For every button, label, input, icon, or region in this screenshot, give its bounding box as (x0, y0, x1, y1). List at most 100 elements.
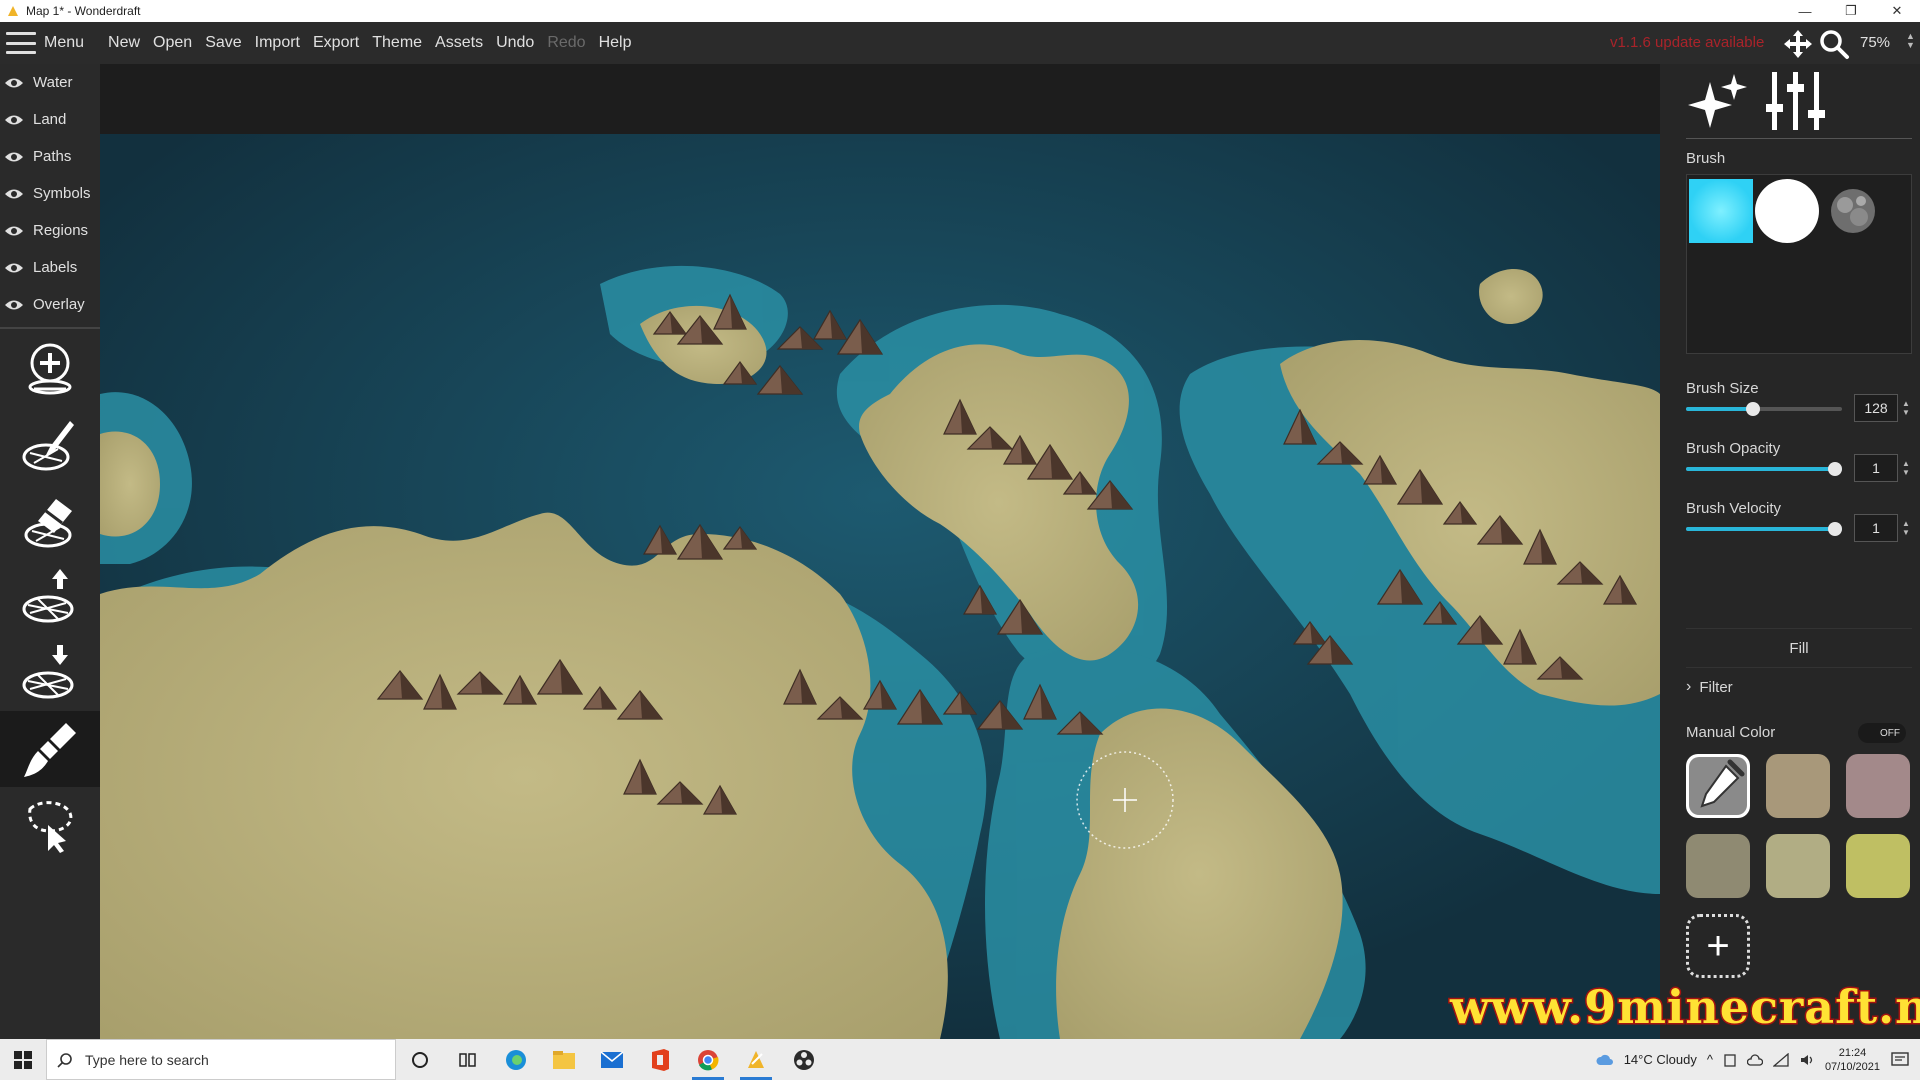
zoom-icon[interactable] (1818, 28, 1850, 60)
layer-symbols[interactable]: Symbols (0, 175, 100, 212)
add-swatch-button[interactable]: + (1686, 914, 1750, 978)
window-title: Map 1* - Wonderdraft (26, 4, 141, 18)
layer-water[interactable]: Water (0, 64, 100, 101)
layer-label: Regions (33, 222, 89, 239)
task-view-icon[interactable] (444, 1039, 492, 1080)
mail-icon[interactable] (588, 1039, 636, 1080)
brush-velocity-slider[interactable] (1686, 519, 1842, 539)
lower-land-tool[interactable] (0, 635, 100, 711)
lower-land-icon (22, 645, 74, 699)
brush-size-stepper[interactable]: ▲ ▼ (1902, 399, 1910, 417)
taskbar-search[interactable]: Type here to search (46, 1039, 396, 1080)
hamburger-menu-icon[interactable] (6, 32, 36, 54)
brush-velocity-stepper[interactable]: ▲ ▼ (1902, 519, 1910, 537)
obs-icon[interactable] (780, 1039, 828, 1080)
edge-icon[interactable] (492, 1039, 540, 1080)
clock[interactable]: 21:24 07/10/2021 (1825, 1046, 1880, 1074)
chrome-icon[interactable] (684, 1039, 732, 1080)
brush-size-slider[interactable] (1686, 399, 1842, 419)
wonderdraft-window: Map 1* - Wonderdraft — ❐ ✕ Menu New Open… (0, 0, 1920, 1080)
soft-square-brush[interactable] (1689, 179, 1753, 243)
swatch-yellow-green[interactable] (1846, 834, 1910, 898)
menu-import[interactable]: Import (255, 34, 300, 52)
minimize-button[interactable]: — (1782, 0, 1828, 22)
close-button[interactable]: ✕ (1874, 0, 1920, 22)
slider-knob[interactable] (1745, 402, 1760, 416)
slider-knob[interactable] (1828, 462, 1842, 476)
eye-icon[interactable] (4, 151, 24, 163)
layer-label: Symbols (33, 185, 91, 202)
menu-save[interactable]: Save (205, 34, 241, 52)
update-notice[interactable]: v1.1.6 update available (1610, 34, 1764, 51)
eye-icon[interactable] (4, 114, 24, 126)
cloud-sync-icon[interactable] (1746, 1053, 1763, 1067)
layer-regions[interactable]: Regions (0, 212, 100, 249)
filter-label: Filter (1699, 678, 1733, 696)
erase-land-tool[interactable] (0, 483, 100, 559)
swatch-mauve[interactable] (1846, 754, 1910, 818)
menu-button[interactable]: Menu (44, 34, 84, 52)
office-icon[interactable] (636, 1039, 684, 1080)
brush-velocity-input[interactable]: 1 (1854, 514, 1898, 542)
layer-overlay[interactable]: Overlay (0, 286, 100, 323)
brush-size-input[interactable]: 128 (1854, 394, 1898, 422)
sparkles-icon[interactable] (1686, 70, 1750, 132)
brush-opacity-stepper[interactable]: ▲ ▼ (1902, 459, 1910, 477)
eye-icon[interactable] (4, 262, 24, 274)
layer-list: Water Land Paths Symbols Regions Labels Overla… (0, 64, 100, 323)
start-button[interactable] (0, 1039, 46, 1080)
zoom-stepper[interactable]: ▲ ▼ (1906, 32, 1915, 50)
menu-undo[interactable]: Undo (496, 34, 534, 52)
brush-opacity-slider[interactable] (1686, 459, 1842, 479)
menu-open[interactable]: Open (153, 34, 192, 52)
windows-logo-icon (14, 1050, 32, 1069)
eye-icon[interactable] (4, 225, 24, 237)
menu-help[interactable]: Help (599, 34, 632, 52)
manual-color-toggle[interactable]: OFF (1858, 723, 1906, 743)
raise-land-tool[interactable] (0, 559, 100, 635)
wonderdraft-taskbar-icon[interactable] (732, 1039, 780, 1080)
paint-land-tool[interactable] (0, 407, 100, 483)
menu-assets[interactable]: Assets (435, 34, 483, 52)
move-icon[interactable] (1782, 28, 1814, 60)
eye-icon[interactable] (4, 188, 24, 200)
swatch-grey-olive[interactable] (1686, 834, 1750, 898)
sliders-icon[interactable] (1764, 70, 1828, 132)
chevron-up-icon[interactable]: ^ (1707, 1052, 1713, 1067)
search-placeholder: Type here to search (85, 1051, 209, 1068)
cortana-icon[interactable] (396, 1039, 444, 1080)
brush-velocity-label: Brush Velocity (1686, 500, 1782, 517)
swatch-tan[interactable] (1766, 754, 1830, 818)
volume-icon[interactable] (1799, 1053, 1815, 1067)
layer-paths[interactable]: Paths (0, 138, 100, 175)
slider-knob[interactable] (1828, 522, 1842, 536)
brush-opacity-input[interactable]: 1 (1854, 454, 1898, 482)
noise-brush[interactable] (1821, 179, 1885, 243)
battery-icon[interactable] (1723, 1053, 1737, 1067)
layer-land[interactable]: Land (0, 101, 100, 138)
eye-icon[interactable] (4, 77, 24, 89)
clock-time: 21:24 (1838, 1046, 1867, 1059)
chevron-right-icon: › (1686, 678, 1692, 695)
round-brush[interactable] (1755, 179, 1819, 243)
layer-label: Paths (33, 148, 72, 165)
layer-labels[interactable]: Labels (0, 249, 100, 286)
weather-text[interactable]: 14°C Cloudy (1624, 1052, 1697, 1067)
swatch-pale-olive[interactable] (1766, 834, 1830, 898)
notification-center-icon[interactable] (1890, 1051, 1910, 1069)
network-icon[interactable] (1772, 1052, 1789, 1067)
color-picker-swatch[interactable] (1686, 754, 1750, 818)
map-canvas[interactable] (100, 134, 1660, 1039)
menu-new[interactable]: New (108, 34, 140, 52)
paint-tool[interactable] (0, 711, 100, 787)
generate-land-tool[interactable] (0, 331, 100, 407)
filter-toggle[interactable]: › Filter (1686, 678, 1733, 696)
watermark: www.9minecraft.net (1448, 979, 1920, 1036)
file-explorer-icon[interactable] (540, 1039, 588, 1080)
select-tool[interactable] (0, 787, 100, 863)
menu-theme[interactable]: Theme (372, 34, 422, 52)
menu-export[interactable]: Export (313, 34, 359, 52)
eye-icon[interactable] (4, 299, 24, 311)
restore-button[interactable]: ❐ (1828, 0, 1874, 22)
fill-button[interactable]: Fill (1686, 628, 1912, 668)
